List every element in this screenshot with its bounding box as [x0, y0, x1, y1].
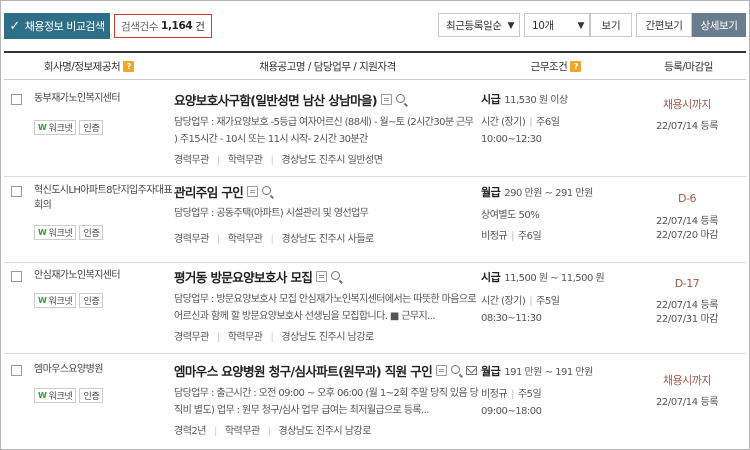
job-description: 담당업무 : 방문요양보호사 모집 안심재가노인복지센터에서는 따뜻한 마음으로…	[174, 294, 477, 322]
chevron-down-icon: ▼	[577, 21, 584, 31]
detail-view-button[interactable]: 상세보기	[692, 13, 746, 37]
worknet-icon: W	[38, 123, 47, 132]
register-date: 22/07/14 등록	[655, 216, 719, 227]
company-name[interactable]: 혁신도시LH아파트8단지입주자대표회의	[34, 183, 174, 213]
view-button[interactable]: 보기	[590, 13, 632, 37]
job-description: 담당업무 : 재가요양보호 -5등급 여자어르신 (88세) - 월~토 (2시…	[174, 117, 474, 145]
search-count: 검색건수 1,164 건	[114, 14, 212, 38]
search-count-value: 1,164	[161, 20, 193, 32]
certified-badge: 인증	[79, 293, 104, 308]
help-icon[interactable]: ?	[123, 61, 135, 72]
row-checkbox[interactable]	[11, 271, 22, 282]
header-company: 회사명/정보제공처?	[4, 53, 174, 80]
source-badges: W 워크넷 인증	[34, 120, 104, 135]
table-row: 안심재가노인복지센터 W 워크넷 인증 평거동 방문요양보호사 모집 담당업무 :…	[4, 263, 746, 354]
compare-search-label: 채용정보 비교검색	[24, 20, 105, 33]
job-meta: 경력무관 학력무관 경상남도 진주시 남강로	[174, 328, 374, 343]
header-conditions: 근무조건?	[481, 53, 631, 80]
close-date: 22/07/31 마감	[655, 314, 719, 325]
sort-select-value: 최근등록일순	[446, 19, 502, 32]
simple-view-button[interactable]: 간편보기	[636, 13, 692, 37]
page-size-select[interactable]: 10개 ▼	[524, 13, 590, 37]
certified-badge: 인증	[79, 388, 104, 403]
table-header: 회사명/정보제공처? 채용공고명 / 담당업무 / 지원자격 근무조건? 등록/…	[4, 51, 746, 80]
check-icon: ✓	[9, 18, 20, 34]
job-description: 담당업무 : 공동주택(아파트) 시설관리 및 영선업무	[174, 208, 369, 219]
job-description: 담당업무 : 출근시간 : 오전 09:00 ~ 오후 06:00 (월 1~2…	[174, 388, 479, 416]
worknet-badge: W 워크넷	[34, 388, 77, 403]
worknet-icon: W	[38, 228, 47, 237]
header-title: 채용공고명 / 담당업무 / 지원자격	[259, 61, 396, 73]
row-checkbox[interactable]	[11, 186, 22, 197]
search-icon[interactable]	[331, 271, 341, 280]
job-meta: 경력2년 학력무관 경상남도 진주시 남강로	[174, 422, 371, 437]
document-icon[interactable]	[381, 94, 393, 105]
search-count-unit: 건	[195, 20, 205, 33]
register-date: 22/07/14 등록	[655, 121, 719, 132]
job-title-wrap: 엠마우스 요양병원 청구/심사파트(원무과) 직원 구인	[174, 361, 478, 380]
job-title-wrap: 관리주임 구인	[174, 182, 272, 201]
job-title-wrap: 요양보호사구함(일반성면 남산 상남마을)	[174, 90, 406, 109]
deadline: D-17	[674, 277, 700, 290]
document-icon[interactable]	[316, 271, 328, 282]
table-row: 혁신도시LH아파트8단지입주자대표회의 W 워크넷 인증 관리주임 구인 담당업무…	[4, 177, 746, 263]
certified-badge: 인증	[79, 120, 104, 135]
deadline: 채용시까지	[662, 98, 712, 111]
deadline: D-6	[678, 192, 696, 205]
job-meta: 경력무관 학력무관 경상남도 진주시 사들로	[174, 230, 374, 245]
register-date: 22/07/14 등록	[655, 300, 719, 311]
row-checkbox[interactable]	[11, 365, 22, 376]
job-meta: 경력무관 학력무관 경상남도 진주시 일반성면	[174, 151, 383, 166]
table-row: 엠마우스요양병원 W 워크넷 인증 엠마우스 요양병원 청구/심사파트(원무과) …	[4, 354, 746, 448]
job-title-wrap: 평거동 방문요양보호사 모집	[174, 267, 341, 286]
worknet-badge: W 워크넷	[34, 225, 77, 240]
chevron-down-icon: ▼	[507, 21, 514, 31]
row-checkbox[interactable]	[11, 94, 22, 105]
register-date: 22/07/14 등록	[655, 397, 719, 408]
page-size-value: 10개	[532, 19, 554, 32]
job-title[interactable]: 관리주임 구인	[174, 182, 244, 201]
header-date: 등록/마감일	[664, 61, 713, 73]
help-icon[interactable]: ?	[570, 61, 582, 72]
worknet-icon: W	[38, 296, 47, 305]
document-icon[interactable]	[247, 186, 259, 197]
source-badges: W 워크넷 인증	[34, 225, 104, 240]
worknet-badge: W 워크넷	[34, 293, 77, 308]
toolbar: ✓ 채용정보 비교검색 검색건수 1,164 건 최근등록일순 ▼ 10개 ▼ …	[4, 13, 746, 39]
search-icon[interactable]	[451, 365, 461, 374]
company-name[interactable]: 엠마우스요양병원	[34, 362, 174, 377]
source-badges: W 워크넷 인증	[34, 388, 104, 403]
search-count-label: 검색건수	[121, 20, 159, 33]
job-title[interactable]: 엠마우스 요양병원 청구/심사파트(원무과) 직원 구인	[174, 361, 433, 380]
worknet-badge: W 워크넷	[34, 120, 77, 135]
source-badges: W 워크넷 인증	[34, 293, 104, 308]
job-title[interactable]: 요양보호사구함(일반성면 남산 상남마을)	[174, 90, 378, 109]
company-name[interactable]: 동부재가노인복지센터	[34, 91, 174, 106]
search-icon[interactable]	[262, 186, 272, 195]
document-icon[interactable]	[436, 365, 448, 376]
close-date: 22/07/20 마감	[655, 230, 719, 241]
deadline: 채용시까지	[662, 374, 712, 387]
job-title[interactable]: 평거동 방문요양보호사 모집	[174, 267, 313, 286]
compare-search-button[interactable]: ✓ 채용정보 비교검색	[4, 13, 110, 39]
table-row: 동부재가노인복지센터 W 워크넷 인증 요양보호사구함(일반성면 남산 상남마을)…	[4, 80, 746, 177]
sort-select[interactable]: 최근등록일순 ▼	[438, 13, 520, 37]
company-name[interactable]: 안심재가노인복지센터	[34, 268, 174, 283]
certified-badge: 인증	[79, 225, 104, 240]
worknet-icon: W	[38, 391, 47, 400]
search-icon[interactable]	[396, 94, 406, 103]
mail-icon[interactable]	[466, 366, 478, 375]
